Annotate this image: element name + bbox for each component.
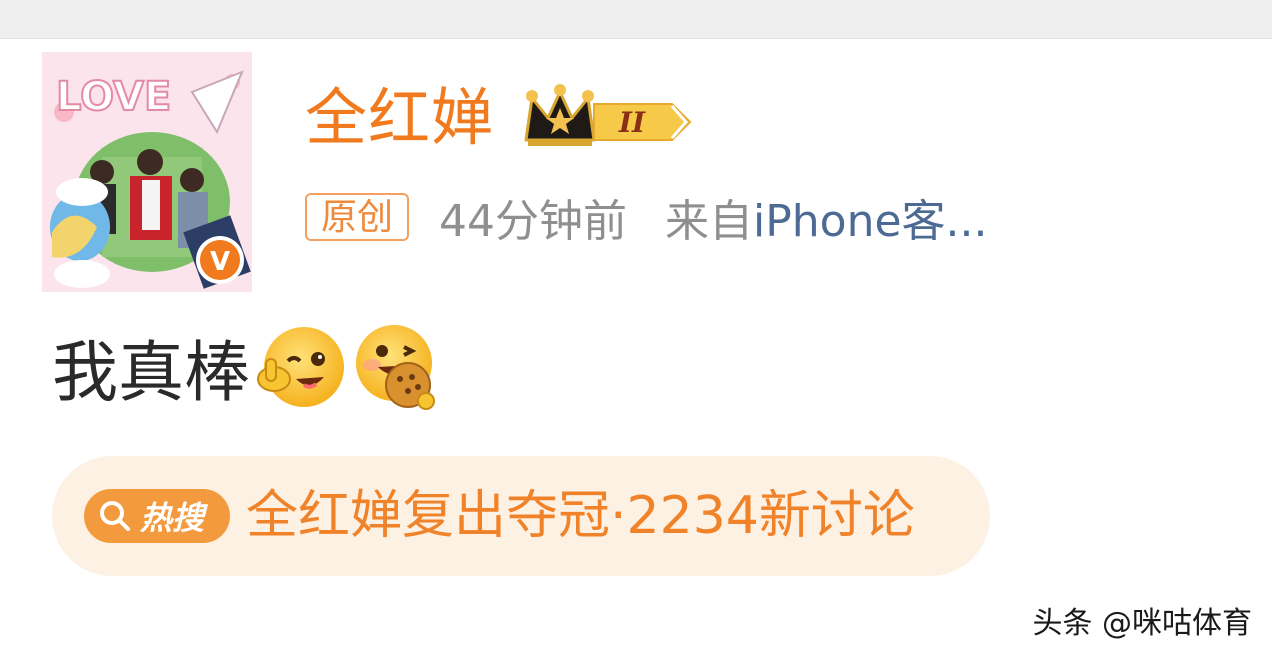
hot-search-banner[interactable]: 热搜 全红婵复出夺冠·2234新讨论 — [52, 456, 990, 576]
hot-search-badge: 热搜 — [84, 489, 230, 543]
member-level-text: II — [618, 106, 646, 139]
post-body-text: 我真棒 — [52, 334, 250, 411]
source-prefix: 来自 — [665, 196, 754, 247]
top-strip — [0, 0, 1272, 39]
hot-search-topic[interactable]: 全红婵复出夺冠·2234新讨论 — [246, 484, 915, 548]
post-time: 44分钟前 — [439, 196, 628, 247]
avatar-image: LOVE V — [42, 52, 252, 292]
original-tag: 原创 — [305, 193, 410, 241]
avatar[interactable]: LOVE V — [42, 52, 252, 292]
post-source-link[interactable]: iPhone客... — [753, 185, 987, 249]
author-name[interactable]: 全红婵 — [305, 78, 494, 158]
hot-search-label: 热搜 — [140, 499, 205, 537]
post-content: 我真棒 — [52, 312, 442, 422]
wink-thumbs-emoji — [254, 321, 346, 413]
post-meta: 原创 44分钟前 来自 iPhone客... — [305, 185, 988, 249]
search-icon — [100, 501, 130, 531]
avatar-love-text: LOVE — [56, 74, 171, 120]
crown-icon: II — [524, 84, 692, 146]
eating-cookie-emoji — [350, 321, 442, 413]
watermark: 头条 @咪咕体育 — [1032, 606, 1252, 641]
verified-icon: V — [210, 247, 230, 277]
member-level-badge[interactable]: II — [522, 84, 697, 150]
